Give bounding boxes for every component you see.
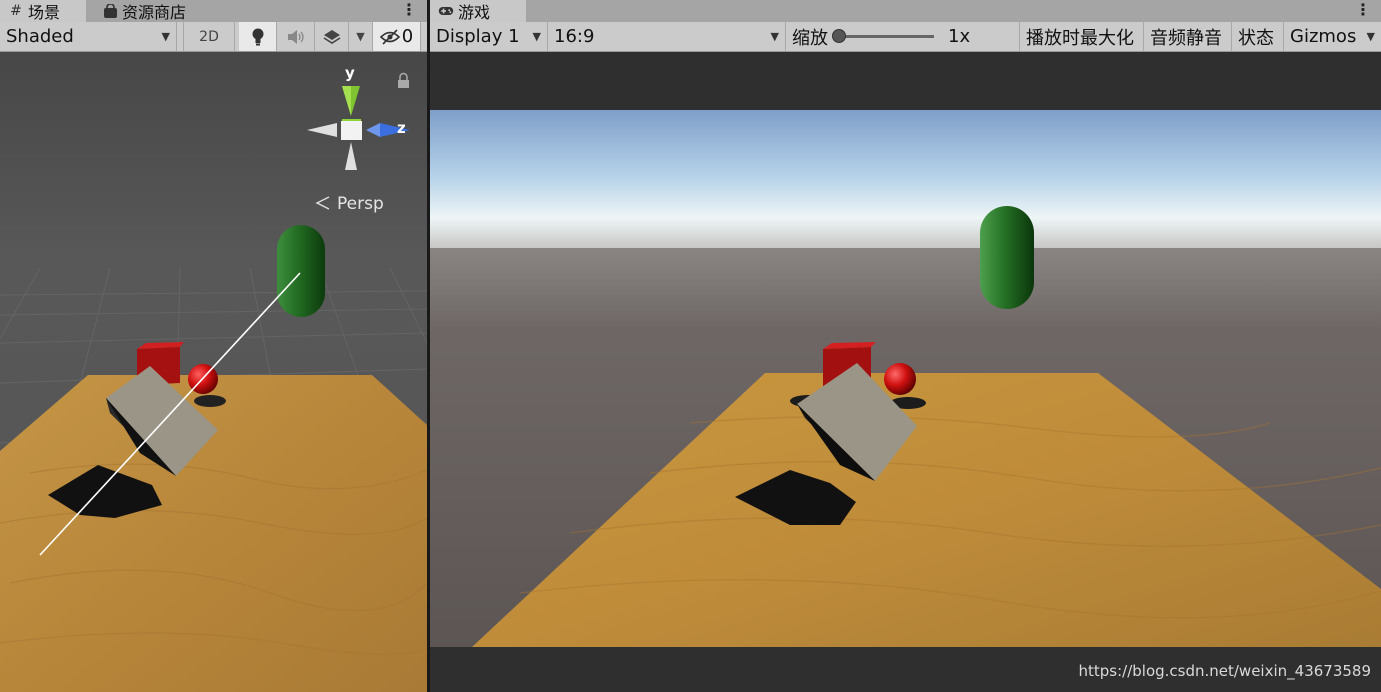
tab-scene[interactable]: # 场景 (0, 0, 86, 22)
watermark-url: https://blog.csdn.net/weixin_43673589 (1078, 662, 1371, 680)
scale-label: 缩放 (792, 27, 828, 49)
shading-mode-dropdown[interactable]: Shaded ▼ (0, 22, 177, 51)
aspect-label: 16:9 (554, 26, 595, 47)
tab-asset-store-label: 资源商店 (122, 3, 187, 22)
game-viewport[interactable] (430, 53, 1381, 692)
scene-effects-button[interactable] (315, 22, 349, 51)
scene-visibility-button[interactable]: 0 (373, 22, 421, 51)
stats-label: 状态 (1238, 27, 1274, 49)
lightbulb-icon (252, 28, 263, 45)
tab-game[interactable]: 游戏 (430, 0, 526, 22)
green-capsule[interactable] (277, 225, 325, 317)
toggle-2d-button[interactable]: 2D (183, 22, 235, 51)
stats-toggle[interactable]: 状态 (1232, 22, 1284, 51)
scene-lighting-button[interactable] (239, 22, 277, 51)
chevron-down-icon: ▼ (770, 30, 779, 43)
scene-viewport[interactable]: y z Persp (0, 53, 427, 692)
tab-scene-label: 场景 (28, 3, 61, 22)
game-menu-icon[interactable]: ⋮ (1355, 0, 1371, 22)
scene-audio-button[interactable] (277, 22, 315, 51)
aspect-dropdown[interactable]: 16:9 ▼ (548, 22, 786, 51)
grid-icon: # (10, 3, 22, 19)
shading-mode-label: Shaded (6, 26, 74, 47)
scale-control: 缩放 1x (786, 22, 1020, 51)
game-render (430, 53, 1381, 692)
scene-tabbar: # 场景 资源商店 ⋮ (0, 0, 427, 22)
scene-menu-icon[interactable]: ⋮ (401, 0, 417, 22)
tab-asset-store[interactable]: 资源商店 (94, 0, 214, 22)
gamepad-icon (438, 3, 454, 19)
scene-effects-dropdown[interactable]: ▼ (349, 22, 373, 51)
eye-hidden-icon (379, 28, 400, 45)
game-toolbar: Display 1 ▼ 16:9 ▼ 缩放 1x 播放时最大化 音频静音 状态 … (430, 22, 1381, 52)
red-sphere[interactable] (884, 363, 916, 395)
scene-render (0, 53, 427, 692)
scale-value: 1x (948, 26, 971, 47)
scale-slider-knob[interactable] (832, 29, 846, 43)
scene-toolbar: Shaded ▼ 2D ▼ 0 (0, 22, 427, 52)
green-capsule[interactable] (980, 206, 1034, 309)
display-label: Display 1 (436, 26, 520, 47)
store-bag-icon (102, 3, 118, 19)
layers-effects-icon (323, 29, 340, 44)
maximize-on-play-toggle[interactable]: 播放时最大化 (1020, 22, 1144, 51)
chevron-down-icon: ▼ (532, 30, 541, 43)
chevron-down-icon: ▼ (1366, 30, 1375, 43)
gizmo-z-label: z (397, 119, 406, 137)
game-panel: 游戏 ⋮ Display 1 ▼ 16:9 ▼ 缩放 1x 播放时最大化 音频静… (430, 0, 1381, 692)
speaker-icon (287, 29, 304, 44)
chevron-down-icon: ▼ (356, 30, 365, 43)
gizmos-dropdown[interactable]: Gizmos ▼ (1284, 22, 1381, 51)
mute-audio-label: 音频静音 (1150, 27, 1222, 49)
projection-label[interactable]: Persp (337, 194, 384, 214)
game-tabbar: 游戏 ⋮ (430, 0, 1381, 22)
scale-slider[interactable] (832, 29, 934, 43)
chevron-down-icon: ▼ (161, 30, 170, 43)
toggle-2d-label: 2D (199, 28, 219, 45)
maximize-on-play-label: 播放时最大化 (1026, 27, 1134, 49)
display-dropdown[interactable]: Display 1 ▼ (430, 22, 548, 51)
gizmos-label: Gizmos (1290, 26, 1357, 47)
tab-game-label: 游戏 (458, 3, 491, 22)
gizmo-y-label: y (345, 64, 355, 82)
hidden-object-count: 0 (401, 26, 414, 47)
mute-audio-toggle[interactable]: 音频静音 (1144, 22, 1232, 51)
scene-panel: # 场景 资源商店 ⋮ Shaded ▼ 2D ▼ 0 y z Persp (0, 0, 427, 692)
